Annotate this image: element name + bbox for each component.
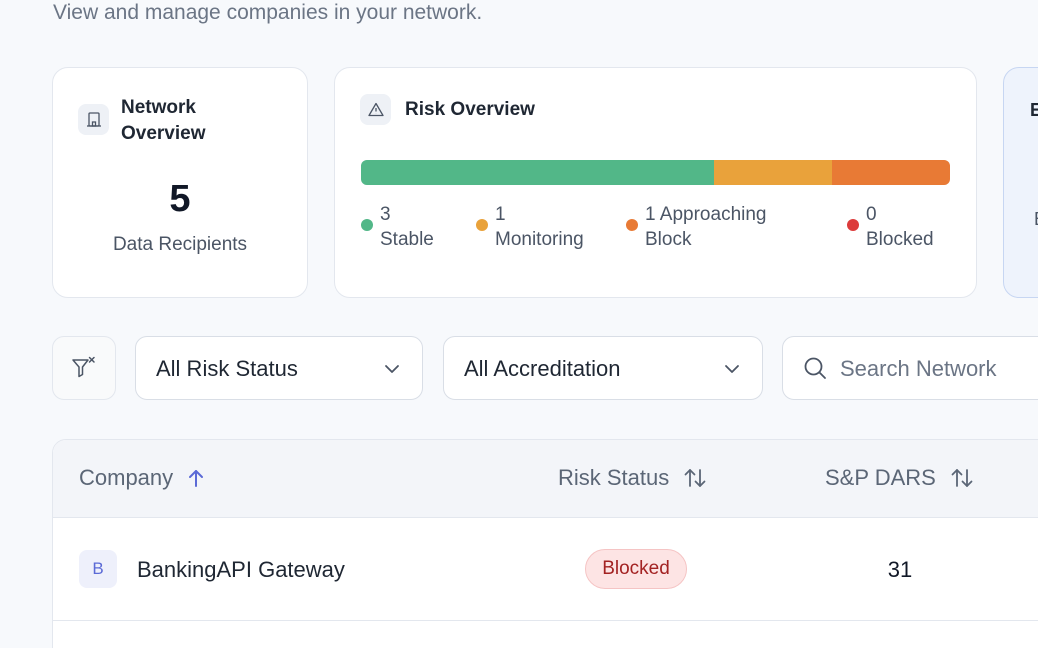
risk-bar-monitoring	[714, 160, 833, 185]
column-header-sp-dars[interactable]: S&P DARS	[825, 465, 974, 491]
legend-approaching-label: Block	[645, 229, 692, 250]
column-header-risk-status[interactable]: Risk Status	[558, 465, 707, 491]
legend-approaching: 1 Approaching Block	[626, 202, 767, 252]
legend-monitoring: 1 Monitoring	[476, 202, 584, 252]
search-field[interactable]	[782, 336, 1038, 400]
sp-dars-value: 31	[887, 557, 913, 582]
company-avatar: B	[79, 550, 117, 588]
legend-dot-monitoring	[476, 219, 488, 231]
warning-triangle-icon	[360, 94, 391, 125]
risk-status-selected: All Risk Status	[156, 356, 298, 381]
data-recipients-count: 5	[169, 178, 191, 220]
partial-card-title: E	[1030, 100, 1038, 120]
filter-clear-icon	[71, 355, 97, 381]
network-table: Company Risk Status S&P DARS B BankingAP…	[52, 439, 1038, 648]
risk-overview-card: Risk Overview 3 Stable 1 Monitoring 1 Ap…	[334, 67, 977, 298]
sort-both-icon[interactable]	[950, 467, 974, 489]
legend-stable: 3 Stable	[361, 202, 434, 252]
risk-bar-approaching	[832, 160, 950, 185]
sort-ascending-icon[interactable]	[187, 468, 205, 488]
accreditation-selected: All Accreditation	[464, 356, 621, 381]
legend-monitoring-count: 1	[495, 204, 506, 225]
legend-dot-approaching	[626, 219, 638, 231]
network-page: View and manage companies in your networ…	[0, 0, 1038, 648]
legend-dot-blocked	[847, 219, 859, 231]
column-header-sp-dars-label: S&P DARS	[825, 465, 936, 490]
page-subtitle: View and manage companies in your networ…	[53, 1, 483, 24]
legend-blocked: 0 Blocked	[847, 202, 934, 252]
column-header-company[interactable]: Company	[79, 465, 205, 491]
search-icon	[803, 356, 828, 386]
search-input[interactable]	[840, 351, 1038, 387]
legend-dot-stable	[361, 219, 373, 231]
risk-bar-stable	[361, 160, 715, 185]
company-name[interactable]: BankingAPI Gateway	[137, 557, 345, 583]
risk-overview-title: Risk Overview	[405, 99, 535, 120]
legend-stable-count: 3	[380, 204, 391, 225]
column-header-risk-status-label: Risk Status	[558, 465, 670, 490]
network-overview-card: Network Overview 5 Data Recipients	[52, 67, 308, 298]
status-badge: Blocked	[585, 549, 687, 589]
clear-filters-button[interactable]	[52, 336, 116, 400]
partial-overview-card[interactable]: E E	[1003, 67, 1038, 298]
chevron-down-icon	[382, 359, 402, 384]
chevron-down-icon	[722, 359, 742, 384]
legend-monitoring-label: Monitoring	[495, 229, 584, 250]
sort-both-icon[interactable]	[683, 467, 707, 489]
table-row[interactable]: B BankingAPI Gateway Blocked 31	[53, 518, 1038, 621]
column-header-company-label: Company	[79, 465, 174, 490]
partial-card-label: E	[1034, 209, 1038, 230]
data-recipients-label: Data Recipients	[112, 234, 248, 255]
building-icon	[78, 104, 109, 135]
risk-distribution-bar	[361, 160, 950, 185]
table-header: Company Risk Status S&P DARS	[53, 440, 1038, 518]
legend-stable-label: Stable	[380, 229, 434, 250]
accreditation-select[interactable]: All Accreditation	[443, 336, 763, 400]
network-overview-title: Network Overview	[121, 97, 206, 144]
legend-blocked-count: 0	[866, 204, 877, 225]
risk-status-select[interactable]: All Risk Status	[135, 336, 423, 400]
legend-blocked-label: Blocked	[866, 229, 934, 250]
legend-approaching-count: 1 Approaching	[645, 204, 767, 225]
